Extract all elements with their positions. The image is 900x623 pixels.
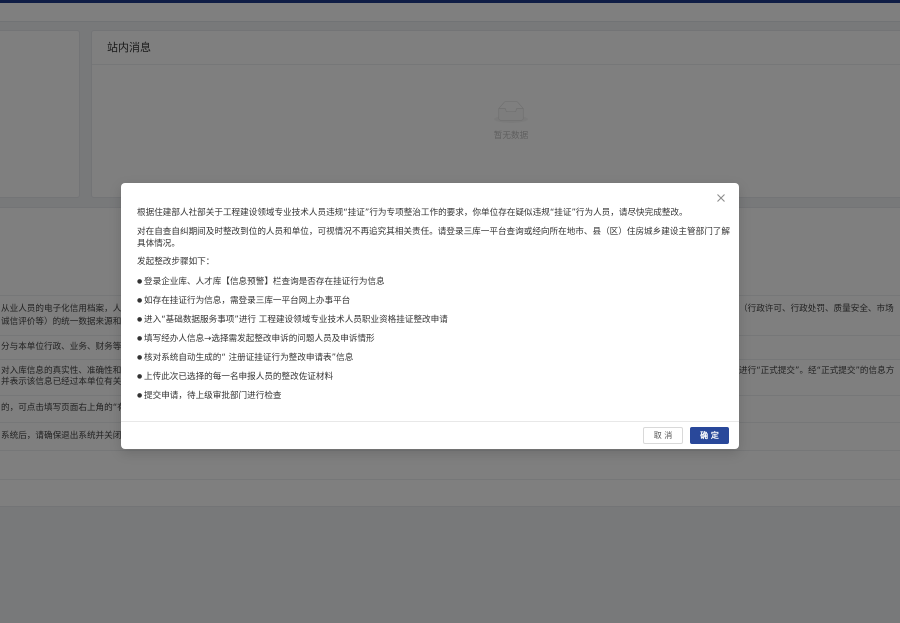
step-item: ● 进入“基础数据服务事项”进行 工程建设领域专业技术人员职业资格挂证整改申请 xyxy=(137,314,731,326)
close-icon[interactable] xyxy=(715,192,727,204)
bullet-marker: ● xyxy=(137,278,143,285)
step-text: 提交申请，待上级审批部门进行检查 xyxy=(144,391,282,401)
bullet-marker: ● xyxy=(137,335,143,342)
bullet-marker: ● xyxy=(137,354,143,361)
step-item: ● 上传此次已选择的每一名申报人员的整改佐证材料 xyxy=(137,371,731,383)
modal-footer-divider xyxy=(121,421,739,422)
modal-body: 根据住建部人社部关于工程建设领域专业技术人员违规“挂证”行为专项整治工作的要求，… xyxy=(137,207,731,415)
rectification-notice-modal: 根据住建部人社部关于工程建设领域专业技术人员违规“挂证”行为专项整治工作的要求，… xyxy=(121,183,739,449)
step-item: ● 如存在挂证行为信息，需登录三库一平台网上办事平台 xyxy=(137,295,731,307)
confirm-button[interactable]: 确 定 xyxy=(690,427,729,444)
bullet-marker: ● xyxy=(137,373,143,380)
step-item: ● 核对系统自动生成的“ 注册证挂证行为整改申请表”信息 xyxy=(137,352,731,364)
steps-list: ● 登录企业库、人才库【信息预警】栏查询是否存在挂证行为信息 ● 如存在挂证行为信息… xyxy=(137,276,731,402)
steps-heading: 发起整改步骤如下： xyxy=(137,257,215,267)
step-item: ● 登录企业库、人才库【信息预警】栏查询是否存在挂证行为信息 xyxy=(137,276,731,288)
notice-paragraph: 对在自查自纠期间及时整改到位的人员和单位，可视情况不再追究其相关责任。请登录三库… xyxy=(137,227,730,249)
step-text: 进入“基础数据服务事项”进行 工程建设领域专业技术人员职业资格挂证整改申请 xyxy=(144,315,448,325)
step-item: ● 填写经办人信息→选择需发起整改申诉的问题人员及申诉情形 xyxy=(137,333,731,345)
notice-paragraph: 根据住建部人社部关于工程建设领域专业技术人员违规“挂证”行为专项整治工作的要求，… xyxy=(137,208,688,218)
step-text: 核对系统自动生成的“ 注册证挂证行为整改申请表”信息 xyxy=(144,353,354,363)
step-text: 填写经办人信息→选择需发起整改申诉的问题人员及申诉情形 xyxy=(144,334,375,344)
step-item: ● 提交申请，待上级审批部门进行检查 xyxy=(137,390,731,402)
cancel-button[interactable]: 取 消 xyxy=(643,427,683,444)
step-text: 上传此次已选择的每一名申报人员的整改佐证材料 xyxy=(144,372,334,382)
bullet-marker: ● xyxy=(137,316,143,323)
bullet-marker: ● xyxy=(137,392,143,399)
step-text: 如存在挂证行为信息，需登录三库一平台网上办事平台 xyxy=(144,296,351,306)
bullet-marker: ● xyxy=(137,297,143,304)
step-text: 登录企业库、人才库【信息预警】栏查询是否存在挂证行为信息 xyxy=(144,277,385,287)
